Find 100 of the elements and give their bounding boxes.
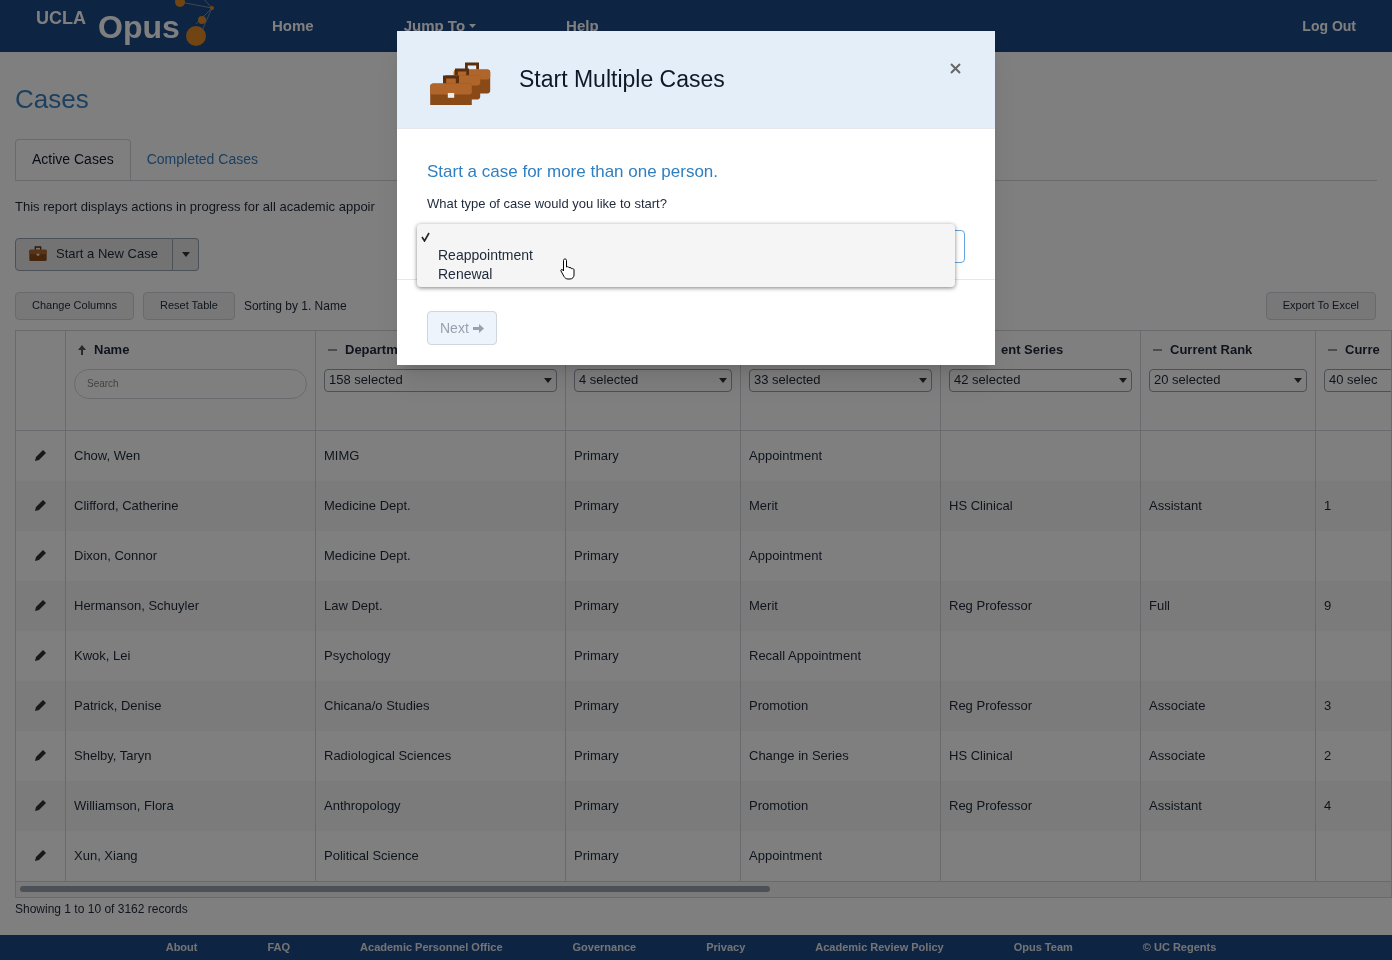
table-cell-text: Psychology — [324, 646, 391, 665]
footer-link[interactable]: Governance — [572, 939, 637, 956]
records-count: Showing 1 to 10 of 3162 records — [15, 900, 189, 918]
caret-icon — [544, 377, 552, 383]
table-cell-text: Promotion — [749, 796, 809, 815]
footer-link[interactable]: FAQ — [267, 939, 291, 956]
table-cell-text: Merit — [749, 496, 778, 515]
close-icon — [950, 63, 961, 74]
table-cell-text: Medicine Dept. — [324, 496, 411, 515]
column-header[interactable]: Curre — [1345, 339, 1380, 360]
table-cell-text: Recall Appointment — [749, 646, 861, 665]
caret-icon — [469, 24, 477, 28]
table-cell-text: Assistant — [1149, 796, 1202, 815]
tab[interactable]: Active Cases — [15, 139, 131, 180]
report-description: This report displays actions in progress for all academic appoir — [15, 198, 375, 216]
table-cell[interactable]: Williamson, Flora — [74, 795, 174, 816]
table-cell-text: Medicine Dept. — [324, 546, 411, 565]
table-cell-text: Primary — [574, 546, 619, 565]
search-field[interactable]: Search — [74, 368, 307, 399]
dropdown-option[interactable]: Renewal — [417, 265, 955, 284]
table-cell[interactable]: Kwok, Lei — [74, 645, 131, 666]
caret-icon — [719, 377, 727, 383]
table-cell-text: Primary — [574, 496, 619, 515]
briefcase-icon — [28, 245, 48, 263]
footer-link[interactable]: About — [165, 939, 198, 956]
table-cell-text: Primary — [574, 846, 619, 865]
table-cell-text: 3 — [1324, 696, 1332, 715]
logout-link[interactable]: Log Out — [1302, 15, 1356, 37]
table-cell-text: Associate — [1149, 746, 1206, 765]
table-cell-text: Law Dept. — [324, 596, 383, 615]
caret-icon — [181, 251, 190, 257]
logo-small-text: UCLA — [36, 9, 86, 27]
caret-icon — [919, 377, 927, 383]
table-cell-text: 2 — [1324, 746, 1332, 765]
start-case-button[interactable]: Start a New Case — [15, 237, 173, 271]
caret-icon — [1119, 377, 1127, 383]
filter-dropdown[interactable]: 40 selec — [1324, 368, 1391, 392]
footer-link[interactable]: Academic Personnel Office — [360, 939, 503, 956]
nav-link[interactable]: Home — [272, 14, 314, 38]
hand-cursor-icon — [560, 258, 576, 280]
pencil-icon[interactable] — [35, 650, 46, 661]
table-cell-text: Appointment — [749, 846, 822, 865]
table-cell[interactable]: Dixon, Connor — [74, 545, 158, 566]
export-button[interactable]: Export To Excel — [1265, 291, 1376, 320]
pencil-icon[interactable] — [35, 700, 46, 711]
table-cell-text: Appointment — [749, 546, 822, 565]
pencil-icon[interactable] — [35, 850, 46, 861]
table-cell-text: Reg Professor — [949, 696, 1033, 715]
table-cell-text: Reg Professor — [949, 796, 1033, 815]
table-cell-text: 4 — [1324, 796, 1332, 815]
table-cell[interactable]: Clifford, Catherine — [74, 495, 179, 516]
footer-link[interactable]: Academic Review Policy — [815, 939, 944, 956]
table-cell[interactable]: Hermanson, Schuyler — [74, 595, 199, 616]
pencil-icon[interactable] — [35, 450, 46, 461]
logo-text: Opus — [98, 11, 180, 43]
table-cell-text: Assistant — [1149, 496, 1202, 515]
nav-link[interactable]: Jump To — [403, 14, 477, 38]
table-cell-text: Radiological Sciences — [324, 746, 452, 765]
table-cell-text: Primary — [574, 446, 619, 465]
pencil-icon[interactable] — [35, 750, 46, 761]
table-cell-text: Primary — [574, 696, 619, 715]
column-header[interactable]: Name — [94, 339, 130, 360]
table-cell[interactable]: Xun, Xiang — [74, 845, 138, 866]
pencil-icon[interactable] — [35, 800, 46, 811]
table-cell-text: Primary — [574, 746, 619, 765]
dropdown-option[interactable]: Reappointment — [417, 246, 955, 265]
table-cell-text: Reg Professor — [949, 596, 1033, 615]
pencil-icon[interactable] — [35, 550, 46, 561]
tab[interactable]: Completed Cases — [130, 139, 274, 180]
filter-dropdown[interactable]: 20 selected — [1149, 368, 1307, 392]
table-cell-text: Anthropology — [324, 796, 401, 815]
reset-table-button[interactable]: Reset Table — [143, 291, 235, 320]
filter-dropdown[interactable]: 158 selected — [324, 368, 557, 392]
table-cell-text: Chicana/o Studies — [324, 696, 430, 715]
column-header[interactable]: Current Rank — [1170, 339, 1253, 360]
modal-heading: Start a case for more than one person. — [427, 161, 720, 183]
table-cell-text: Primary — [574, 646, 619, 665]
filter-dropdown[interactable]: 42 selected — [949, 368, 1132, 392]
column-header[interactable]: ent Series — [1001, 339, 1064, 360]
table-cell-text: 9 — [1324, 596, 1332, 615]
dropdown-toggle[interactable] — [173, 237, 199, 271]
table-cell-text: Associate — [1149, 696, 1206, 715]
filter-dropdown[interactable]: 4 selected — [574, 368, 732, 392]
change-columns-button[interactable]: Change Columns — [15, 291, 134, 320]
footer-link[interactable]: Opus Team — [1013, 939, 1073, 956]
caret-icon — [1294, 377, 1302, 383]
table-cell-text: Primary — [574, 796, 619, 815]
table-cell-text: Political Science — [324, 846, 419, 865]
table-cell[interactable]: Patrick, Denise — [74, 695, 162, 716]
scrollbar[interactable] — [20, 885, 770, 892]
table-cell-text: HS Clinical — [949, 746, 1013, 765]
footer-link[interactable]: © UC Regents — [1142, 939, 1217, 956]
footer-link[interactable]: Privacy — [706, 939, 746, 956]
table-cell[interactable]: Chow, Wen — [74, 445, 141, 466]
column-header[interactable]: Departm — [345, 339, 398, 360]
table-cell[interactable]: Shelby, Taryn — [74, 745, 152, 766]
pencil-icon[interactable] — [35, 500, 46, 511]
pencil-icon[interactable] — [35, 600, 46, 611]
filter-dropdown[interactable]: 33 selected — [749, 368, 932, 392]
table-cell-text: Merit — [749, 596, 778, 615]
